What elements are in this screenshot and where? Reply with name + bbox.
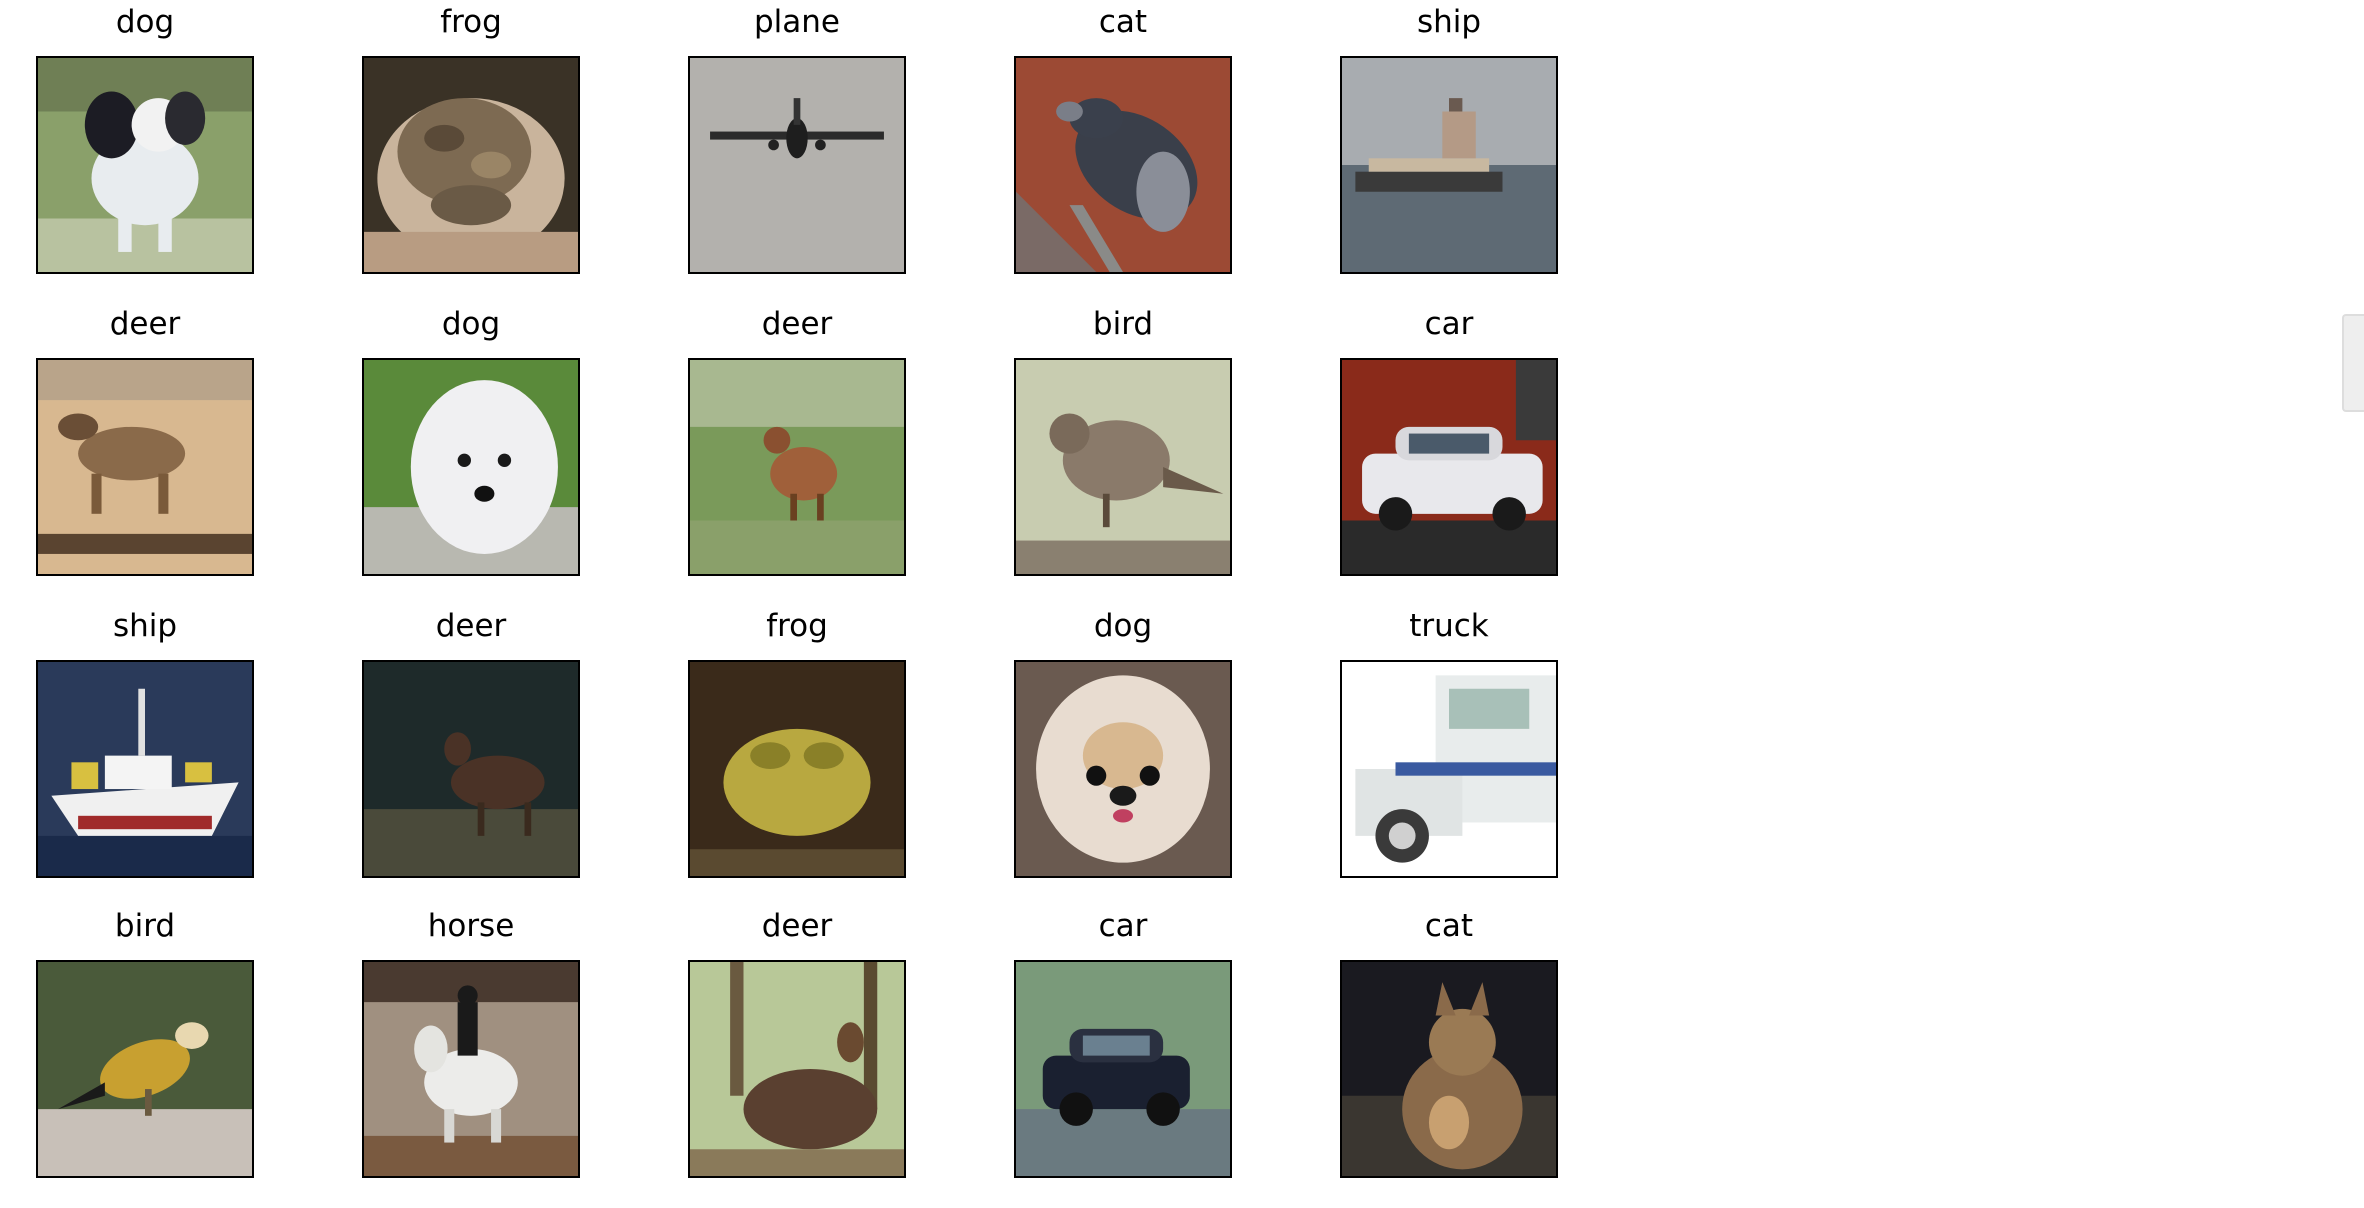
image-title: frog	[766, 608, 828, 644]
image-title: ship	[1416, 4, 1482, 40]
grid-cell: frog	[362, 0, 580, 274]
image-title: dog	[115, 4, 175, 40]
image-grid-figure: dog frog plane cat ship deer dog deer bi…	[0, 0, 2364, 1208]
frog-thumbnail	[362, 56, 580, 274]
dog-thumbnail	[1014, 660, 1232, 878]
side-scroll-handle[interactable]	[2342, 314, 2364, 412]
image-title: ship	[112, 608, 178, 644]
bird-thumbnail	[1014, 358, 1232, 576]
ship-thumbnail	[36, 660, 254, 878]
deer-thumbnail	[362, 660, 580, 878]
grid-cell: cat	[1340, 904, 1558, 1178]
deer-thumbnail	[36, 358, 254, 576]
grid-cell: frog	[688, 604, 906, 878]
cat-thumbnail	[1340, 960, 1558, 1178]
dog-thumbnail	[362, 358, 580, 576]
grid-cell: car	[1014, 904, 1232, 1178]
grid-cell: horse	[362, 904, 580, 1178]
grid-cell: ship	[1340, 0, 1558, 274]
image-title: cat	[1424, 908, 1474, 944]
plane-thumbnail	[688, 56, 906, 274]
bird-thumbnail	[36, 960, 254, 1178]
image-title: car	[1098, 908, 1148, 944]
image-title: deer	[109, 306, 181, 342]
deer-thumbnail	[688, 358, 906, 576]
ship-thumbnail	[1340, 56, 1558, 274]
grid-cell: cat	[1014, 0, 1232, 274]
cat-thumbnail	[1014, 56, 1232, 274]
image-title: deer	[761, 908, 833, 944]
deer-thumbnail	[688, 960, 906, 1178]
truck-thumbnail	[1340, 660, 1558, 878]
image-title: plane	[753, 4, 840, 40]
grid-cell: ship	[36, 604, 254, 878]
grid-cell: bird	[1014, 302, 1232, 576]
grid-cell: deer	[688, 904, 906, 1178]
image-title: bird	[1092, 306, 1154, 342]
grid-cell: dog	[36, 0, 254, 274]
image-title: car	[1424, 306, 1474, 342]
grid-cell: deer	[362, 604, 580, 878]
image-title: horse	[427, 908, 515, 944]
image-title: frog	[440, 4, 502, 40]
dog-thumbnail	[36, 56, 254, 274]
grid-cell: plane	[688, 0, 906, 274]
grid-cell: dog	[362, 302, 580, 576]
grid-cell: deer	[688, 302, 906, 576]
car-thumbnail	[1340, 358, 1558, 576]
grid-cell: car	[1340, 302, 1558, 576]
image-title: dog	[1093, 608, 1153, 644]
image-title: cat	[1098, 4, 1148, 40]
car-thumbnail	[1014, 960, 1232, 1178]
grid-cell: deer	[36, 302, 254, 576]
grid-cell: dog	[1014, 604, 1232, 878]
image-title: dog	[441, 306, 501, 342]
grid-cell: bird	[36, 904, 254, 1178]
image-title: truck	[1409, 608, 1489, 644]
grid-cell: truck	[1340, 604, 1558, 878]
image-title: deer	[435, 608, 507, 644]
image-title: bird	[114, 908, 176, 944]
frog-thumbnail	[688, 660, 906, 878]
image-title: deer	[761, 306, 833, 342]
horse-thumbnail	[362, 960, 580, 1178]
